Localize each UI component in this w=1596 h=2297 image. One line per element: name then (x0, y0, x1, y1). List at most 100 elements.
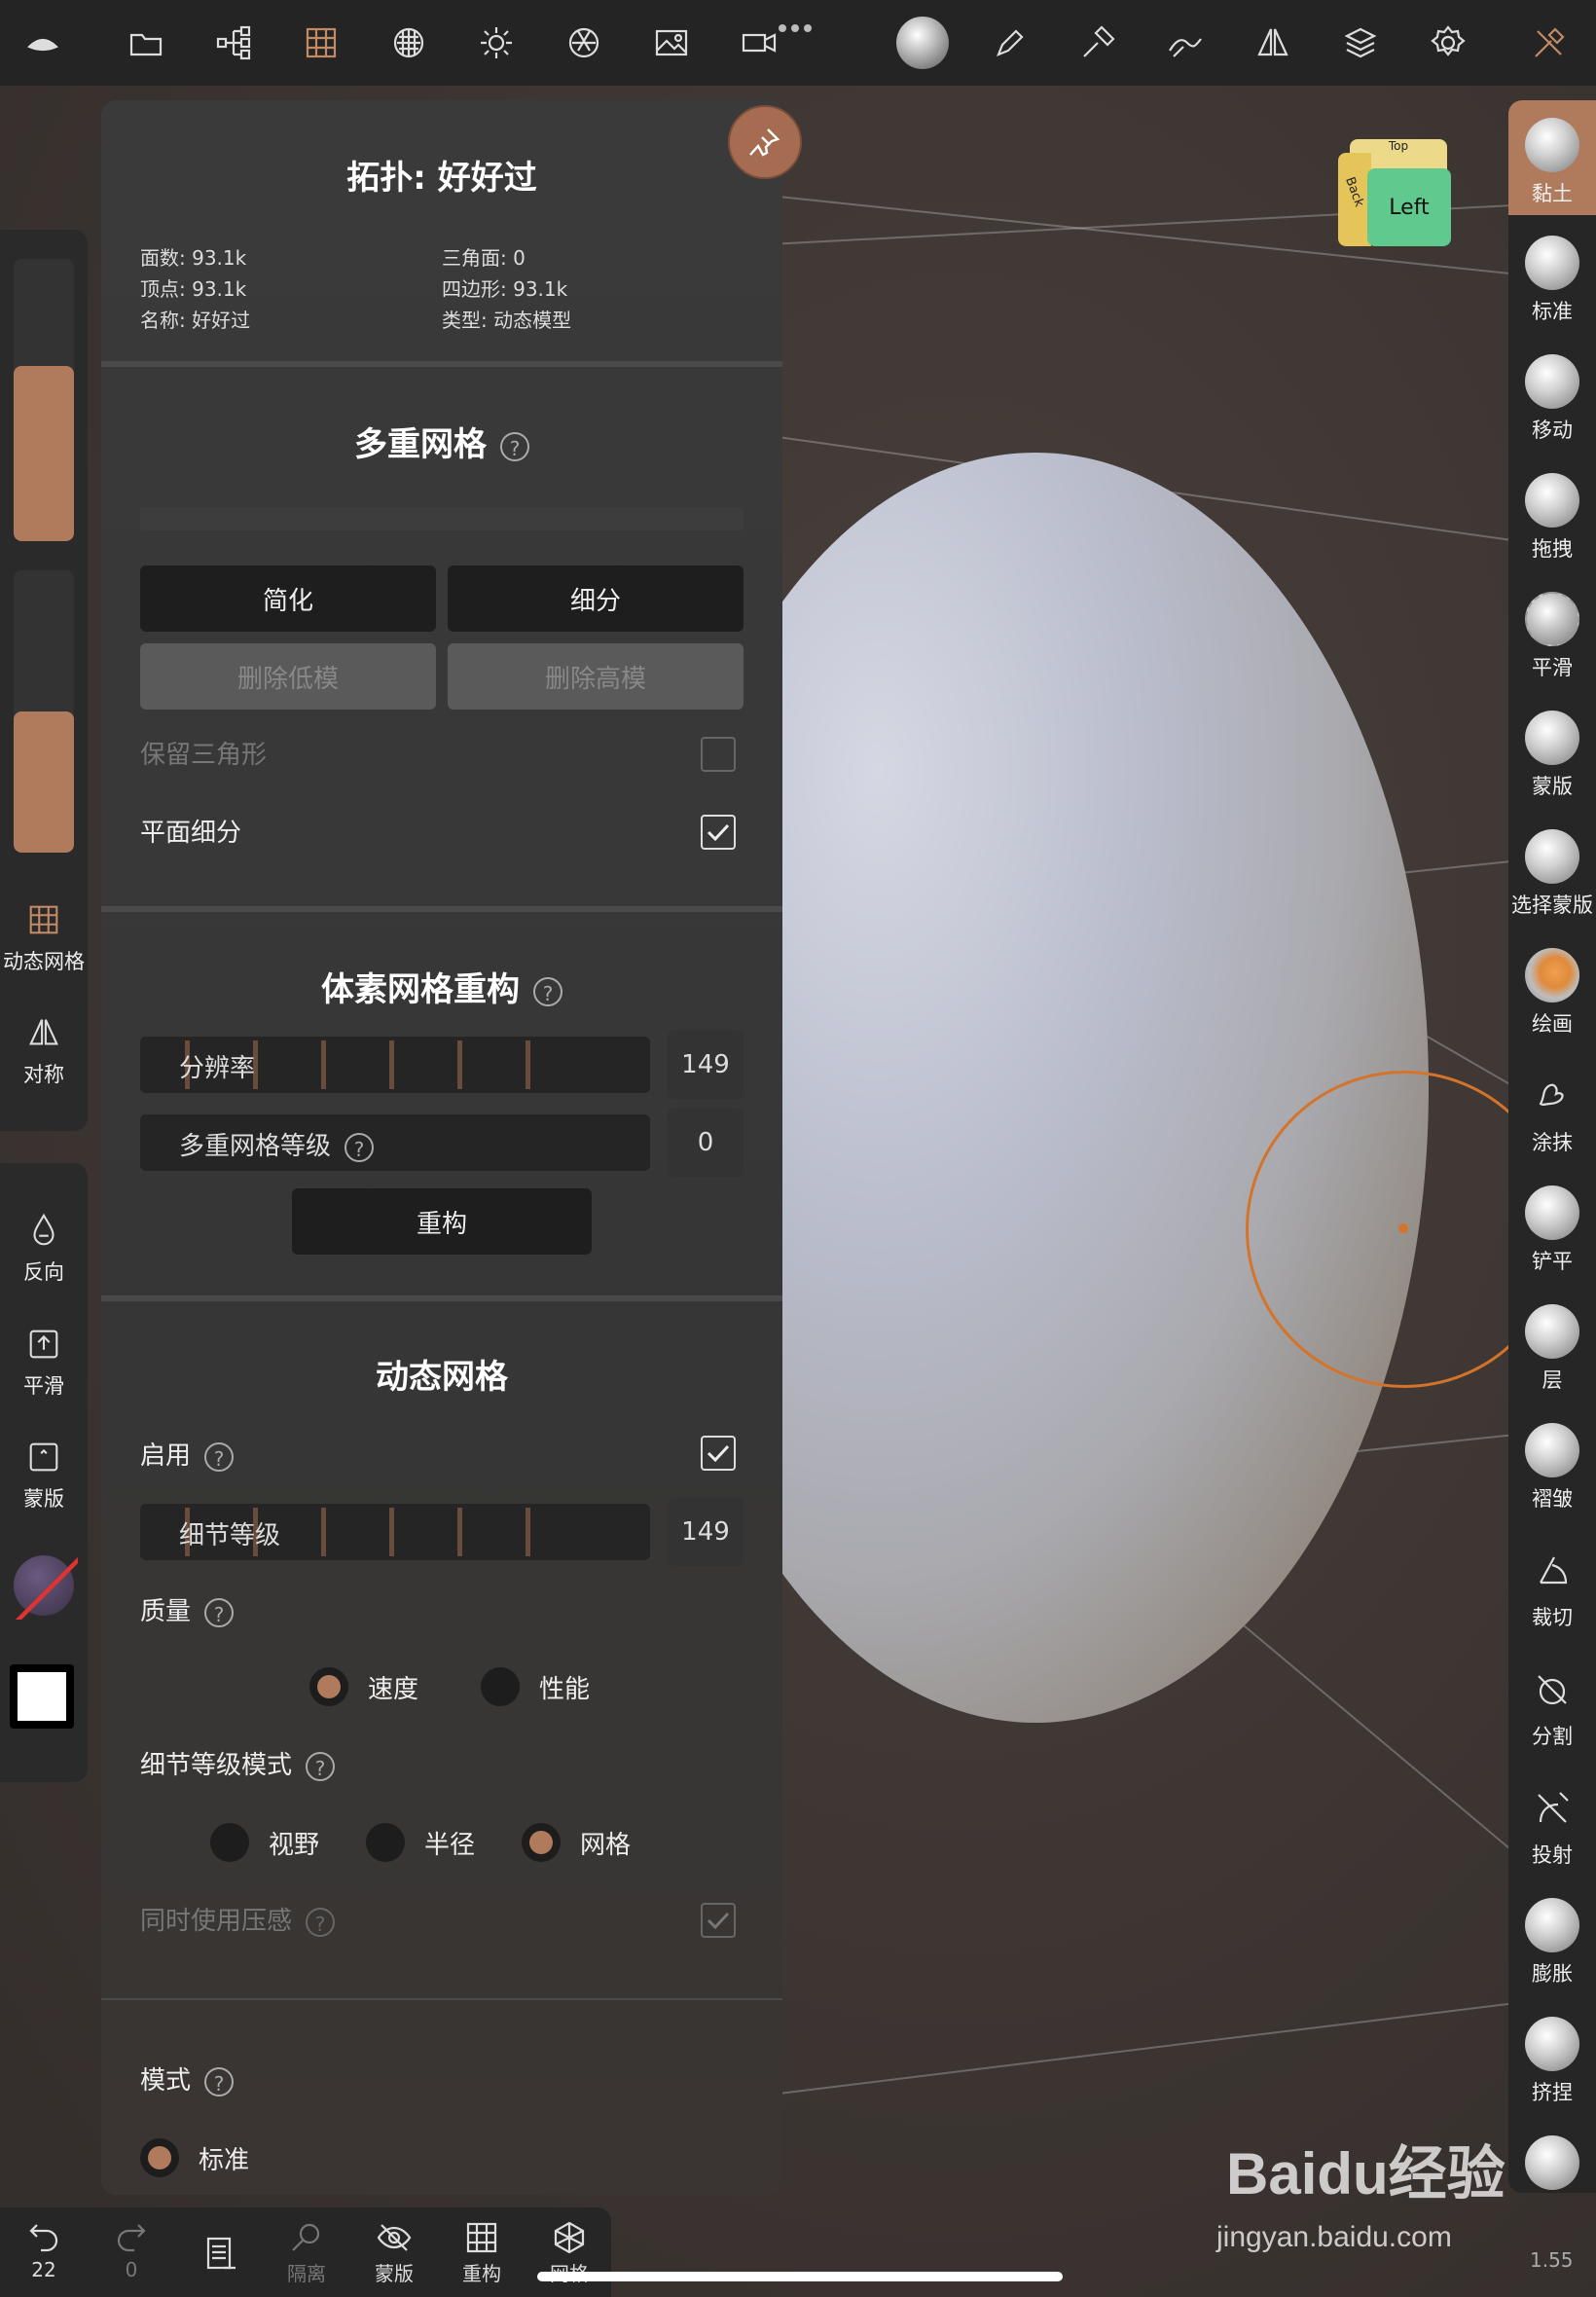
paint-brush-icon[interactable] (981, 14, 1039, 72)
mask-toggle-button[interactable]: 蒙版 (355, 2219, 433, 2286)
tool-layer[interactable]: 层 (1508, 1304, 1596, 1394)
quads-count: 四边形: 93.1k (442, 277, 568, 301)
pin-panel-button[interactable] (728, 105, 802, 179)
enable-label: 启用? (140, 1436, 235, 1472)
sidebar-item-label: 对称 (23, 1063, 64, 1086)
layers-icon[interactable] (1331, 14, 1390, 72)
tool-select-mask[interactable]: 选择蒙版 (1508, 829, 1596, 919)
settings-gear-icon[interactable] (1419, 14, 1477, 72)
camera-shutter-icon[interactable] (555, 14, 613, 72)
help-icon[interactable]: ? (204, 1441, 235, 1472)
light-sun-icon[interactable] (467, 14, 526, 72)
nomad-logo-icon[interactable] (14, 14, 72, 72)
delete-higher-button[interactable]: 删除高模 (448, 643, 744, 710)
tool-smudge[interactable]: 涂抹 (1508, 1067, 1596, 1156)
undo-button[interactable]: 22 (5, 2219, 83, 2281)
multires-level-track[interactable] (140, 507, 744, 530)
tool-split[interactable]: 分割 (1508, 1660, 1596, 1750)
tool-label: 裁切 (1532, 1606, 1573, 1629)
sidebar-item-invert[interactable]: 反向 (0, 1212, 88, 1286)
detail-mode-mesh-radio[interactable]: 网格 (522, 1823, 631, 1862)
tool-drag[interactable]: 拖拽 (1508, 473, 1596, 563)
help-icon[interactable]: ? (306, 1751, 336, 1781)
tool-trim[interactable]: 裁切 (1508, 1542, 1596, 1631)
keep-triangles-label: 保留三角形 (140, 741, 268, 770)
sidebar-item-symmetry[interactable]: 对称 (0, 1014, 88, 1088)
tool-move[interactable]: 移动 (1508, 354, 1596, 444)
history-button[interactable] (180, 2235, 258, 2274)
quality-speed-radio[interactable]: 速度 (309, 1667, 418, 1706)
pressure-checkbox[interactable] (701, 1903, 736, 1938)
detail-mode-radius-radio[interactable]: 半径 (366, 1823, 475, 1862)
tool-label: 蒙版 (1532, 775, 1573, 798)
material-sphere-icon[interactable] (380, 14, 438, 72)
stroke-icon[interactable] (1156, 14, 1215, 72)
tools-icon[interactable] (1520, 14, 1578, 72)
object-name: 名称: 好好过 (140, 309, 251, 332)
cube-front-face[interactable]: Left (1367, 168, 1451, 246)
tool-label: 选择蒙版 (1511, 893, 1593, 917)
tool-label: 挤捏 (1532, 2081, 1573, 2104)
tool-next[interactable] (1508, 2135, 1596, 2196)
isolate-button[interactable]: 隔离 (268, 2219, 345, 2286)
tool-project[interactable]: 投射 (1508, 1779, 1596, 1869)
tool-inflate[interactable]: 膨胀 (1508, 1898, 1596, 1987)
resolution-label: 分辨率 (179, 1054, 256, 1083)
help-icon[interactable]: ? (204, 1597, 235, 1627)
redo-button[interactable]: 0 (92, 2219, 170, 2281)
help-icon[interactable]: ? (306, 1907, 336, 1937)
reverse-button[interactable]: 简化 (140, 565, 436, 632)
help-icon[interactable]: ? (345, 1132, 375, 1162)
linear-subdiv-label: 平面细分 (140, 819, 242, 848)
radius-slider[interactable] (14, 259, 74, 541)
scene-tree-icon[interactable] (204, 14, 263, 72)
tool-pinch[interactable]: 挤捏 (1508, 2017, 1596, 2106)
tool-paint[interactable]: 绘画 (1508, 948, 1596, 1038)
multires-level-slider[interactable]: 多重网格等级? (140, 1114, 650, 1171)
navigation-cube[interactable]: Top Back Left (1338, 139, 1455, 256)
sidebar-item-dynamic-mesh[interactable]: 动态网格 (0, 901, 88, 975)
multires-level-value[interactable]: 0 (668, 1109, 744, 1177)
subdivide-button[interactable]: 细分 (448, 565, 744, 632)
tool-mask[interactable]: 蒙版 (1508, 711, 1596, 800)
layer-brush-icon (1525, 1304, 1579, 1359)
topology-grid-icon[interactable] (292, 14, 350, 72)
home-indicator[interactable] (537, 2272, 1063, 2281)
detail-level-slider[interactable]: 细节等级 (140, 1504, 650, 1560)
cube-side-face[interactable]: Back (1338, 153, 1371, 246)
detail-mode-view-radio[interactable]: 视野 (210, 1823, 319, 1862)
folder-icon[interactable] (117, 14, 175, 72)
mode-standard-radio[interactable]: 标准 (140, 2138, 249, 2177)
help-icon[interactable]: ? (204, 2066, 235, 2096)
color-swatch[interactable] (10, 1664, 74, 1729)
grid-icon (29, 905, 58, 934)
tool-standard[interactable]: 标准 (1508, 236, 1596, 325)
hammer-icon[interactable] (1069, 14, 1127, 72)
linear-subdiv-checkbox[interactable] (701, 815, 736, 850)
tool-crease[interactable]: 褶皱 (1508, 1423, 1596, 1513)
sidebar-item-mask[interactable]: 蒙版 (0, 1439, 88, 1513)
grid-icon (466, 2222, 497, 2253)
quality-performance-radio[interactable]: 性能 (481, 1667, 590, 1706)
mask-brush-icon (1525, 711, 1579, 765)
material-preview-no-alpha-icon[interactable] (14, 1555, 78, 1620)
help-icon[interactable]: ? (533, 976, 562, 1006)
tool-flatten[interactable]: 铲平 (1508, 1185, 1596, 1275)
keep-triangles-checkbox[interactable] (701, 737, 736, 772)
more-dots-icon[interactable] (779, 18, 817, 32)
remesh-shortcut-button[interactable]: 重构 (443, 2219, 521, 2286)
tool-smooth[interactable]: 平滑 (1508, 592, 1596, 681)
resolution-value[interactable]: 149 (668, 1031, 744, 1099)
tool-clay[interactable]: 黏土 (1508, 100, 1596, 215)
help-icon[interactable]: ? (500, 431, 529, 461)
sidebar-item-smooth[interactable]: 平滑 (0, 1326, 88, 1400)
matcap-ball-icon[interactable] (893, 14, 952, 72)
intensity-slider[interactable] (14, 570, 74, 853)
remesh-button[interactable]: 重构 (292, 1188, 592, 1255)
symmetry-icon[interactable] (1244, 14, 1302, 72)
detail-level-value[interactable]: 149 (668, 1498, 744, 1566)
delete-lower-button[interactable]: 删除低模 (140, 643, 436, 710)
resolution-slider[interactable]: 分辨率 (140, 1037, 650, 1093)
image-icon[interactable] (642, 14, 701, 72)
enable-checkbox[interactable] (701, 1436, 736, 1471)
